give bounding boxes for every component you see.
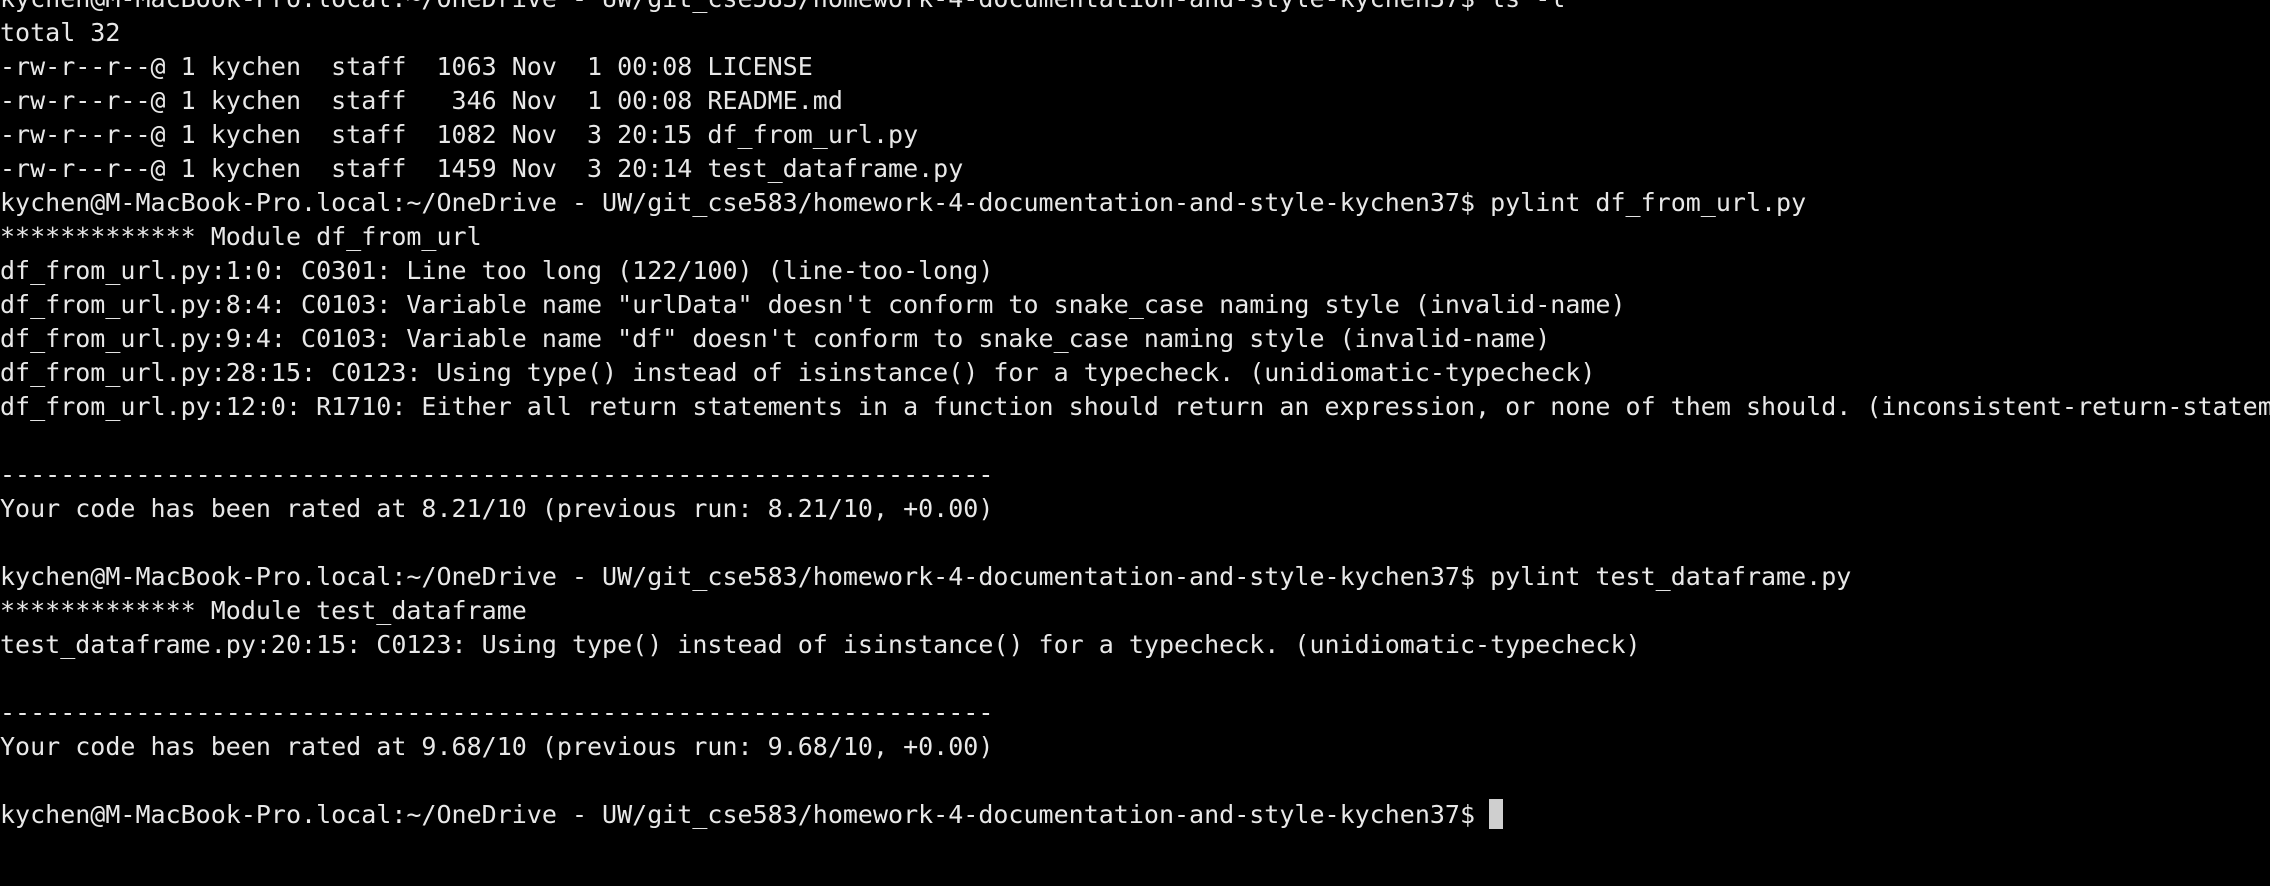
terminal-line: -rw-r--r--@ 1 kychen staff 1459 Nov 3 20… bbox=[0, 154, 964, 183]
terminal-prompt: kychen@M-MacBook-Pro.local:~/OneDrive - … bbox=[0, 800, 1476, 829]
terminal-line: -rw-r--r--@ 1 kychen staff 346 Nov 1 00:… bbox=[0, 86, 843, 115]
terminal-line: -rw-r--r--@ 1 kychen staff 1063 Nov 1 00… bbox=[0, 52, 813, 81]
terminal-line: ----------------------------------------… bbox=[0, 698, 994, 727]
terminal-line: ----------------------------------------… bbox=[0, 460, 994, 489]
terminal-line: kychen@M-MacBook-Pro.local:~/OneDrive - … bbox=[0, 188, 1807, 217]
terminal-line: kychen@M-MacBook-Pro.local:~/OneDrive - … bbox=[0, 562, 1852, 591]
terminal-window[interactable]: kychen@M-MacBook-Pro.local:~/OneDrive - … bbox=[0, 0, 2270, 886]
terminal-prompt-line[interactable]: kychen@M-MacBook-Pro.local:~/OneDrive - … bbox=[0, 798, 2270, 832]
terminal-line: -rw-r--r--@ 1 kychen staff 1082 Nov 3 20… bbox=[0, 120, 919, 149]
terminal-line: df_from_url.py:28:15: C0123: Using type(… bbox=[0, 358, 1596, 387]
terminal-line: df_from_url.py:8:4: C0103: Variable name… bbox=[0, 290, 1626, 319]
terminal-line: ************* Module test_dataframe bbox=[0, 596, 527, 625]
terminal-line: Your code has been rated at 8.21/10 (pre… bbox=[0, 494, 994, 523]
terminal-line: df_from_url.py:12:0: R1710: Either all r… bbox=[0, 392, 2270, 421]
terminal-line: test_dataframe.py:20:15: C0123: Using ty… bbox=[0, 630, 1641, 659]
terminal-cursor[interactable] bbox=[1489, 799, 1504, 829]
terminal-line: total 32 bbox=[0, 18, 121, 47]
terminal-line: kychen@M-MacBook-Pro.local:~/OneDrive - … bbox=[0, 0, 2270, 16]
terminal-line: ************* Module df_from_url bbox=[0, 222, 482, 251]
terminal-output: kychen@M-MacBook-Pro.local:~/OneDrive - … bbox=[0, 0, 2270, 832]
terminal-line: Your code has been rated at 9.68/10 (pre… bbox=[0, 732, 994, 761]
terminal-line: df_from_url.py:9:4: C0103: Variable name… bbox=[0, 324, 1551, 353]
terminal-line: df_from_url.py:1:0: C0301: Line too long… bbox=[0, 256, 994, 285]
